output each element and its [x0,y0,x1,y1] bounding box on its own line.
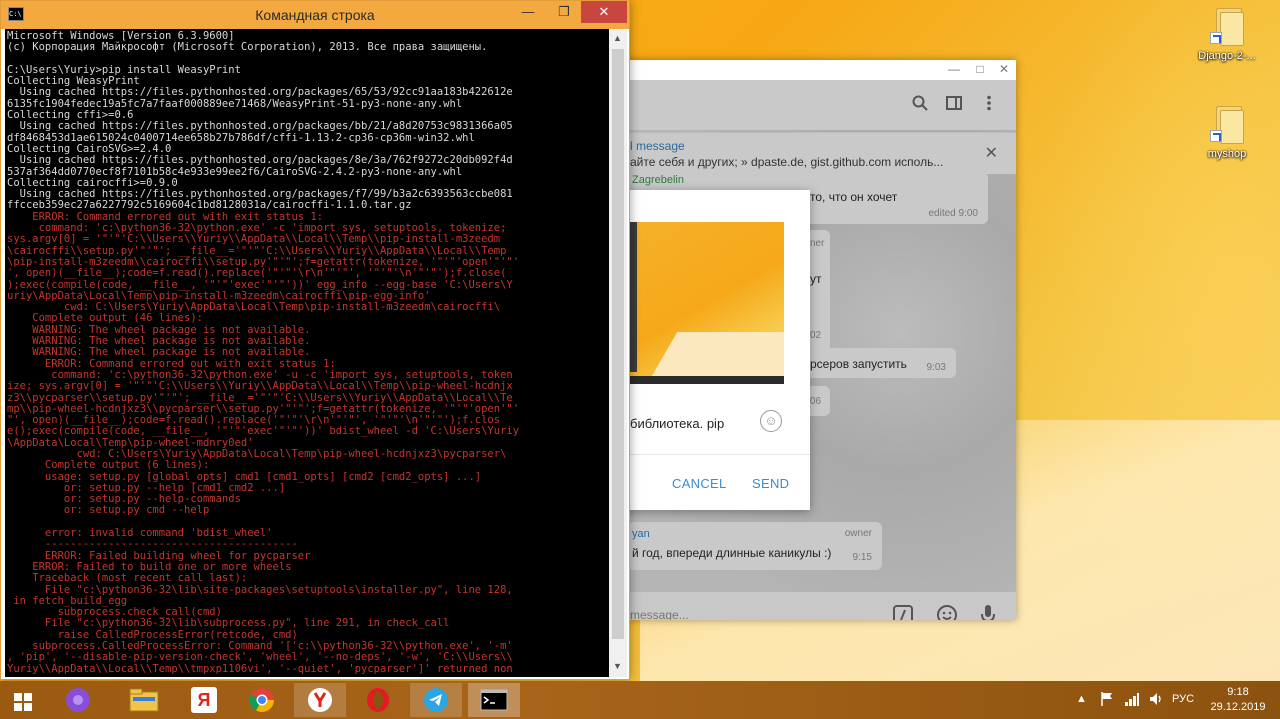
scroll-up-icon[interactable]: ▲ [613,33,622,43]
message-time: 02 [810,330,822,341]
folder-icon [129,688,159,712]
cmd-icon [480,689,508,711]
file-explorer-button[interactable] [118,683,170,717]
cancel-button[interactable]: CANCEL [672,476,727,491]
minimize-icon[interactable]: — [944,62,964,76]
command-prompt-taskbar-button[interactable] [468,683,520,717]
windows-logo-icon [14,693,32,711]
alice-assistant-button[interactable] [52,683,104,717]
message-bubble[interactable]: рсеров запустить 9:03 [800,348,956,378]
search-icon[interactable] [912,95,928,116]
sidebar-toggle-icon[interactable] [946,95,962,116]
message-text: рсеров запустить [810,357,907,371]
console-line: Traceback (most recent call last): [7,572,248,585]
console-line: , 'pip', '--disable-pip-version-check', … [7,651,513,664]
folder-shortcut-icon [1210,6,1244,46]
maximize-icon[interactable]: □ [970,62,990,76]
yandex-browser-icon [308,688,332,712]
desktop-icon-label: myshop [1207,148,1247,160]
chrome-icon [249,688,274,713]
console-line: Using cached https://files.pythonhosted.… [7,154,513,167]
pinned-title: l message [630,139,685,153]
image-preview [630,222,784,384]
console-line: sys.argv[0] = '"'"'C:\\Users\\Yuriy\\App… [7,233,501,246]
pinned-text: айте себя и других; » dpaste.de, gist.gi… [630,155,944,169]
clock-date: 29.12.2019 [1210,701,1266,713]
desktop-icon-label: Django-2-... [1198,50,1256,62]
message-time: 9:15 [852,552,872,563]
telegram-titlebar: — □ ✕ [600,60,1016,80]
console-line: or: setup.py cmd --help [7,504,210,517]
yandex-browser-button[interactable]: Я [178,683,230,717]
opera-button[interactable] [352,683,404,717]
message-text: ner [810,238,825,249]
command-prompt-window: C:\ Командная строка — ❐ ✕ Microsoft Win… [0,0,630,680]
message-text: ут [810,272,822,286]
console-text: Microsoft Windows [Version 6.3.9600] (с) … [7,31,607,675]
emoji-icon[interactable] [936,604,958,620]
network-icon[interactable] [1124,691,1140,719]
desktop-icon-django[interactable]: Django-2-... [1192,6,1262,62]
message-sender: Zagrebelin [632,174,684,186]
start-button[interactable] [0,683,52,717]
microphone-icon[interactable] [980,604,996,620]
console-output[interactable]: Microsoft Windows [Version 6.3.9600] (с) … [5,29,627,677]
console-line: e();exec(compile(code, __file__, '"'"'ex… [7,425,520,438]
more-menu-icon[interactable] [986,95,992,116]
opera-icon [367,688,389,712]
owner-badge: owner [844,528,872,539]
show-hidden-icons[interactable]: ▲ [1076,693,1087,719]
console-line: Complete output (6 lines): [7,459,210,472]
message-input-bar[interactable]: message... [600,592,1016,620]
clock[interactable]: 9:18 29.12.2019 [1210,686,1266,719]
divider [610,454,810,455]
message-time: 9:03 [926,362,946,373]
message-text: то, что он хочет [810,190,898,204]
taskbar: Я ▲ РУС 9:18 29.12.2019 [0,681,1280,719]
pinned-message[interactable]: l message айте себя и других; » dpaste.d… [600,132,1016,174]
console-line: ---------------------------------------- [7,538,298,551]
message-input[interactable]: message... [630,608,689,620]
clock-time: 9:18 [1227,686,1249,698]
chat-header [600,80,1016,130]
console-line: (с) Корпорация Майкрософт (Microsoft Cor… [7,41,488,54]
alice-icon [66,688,90,712]
telegram-button[interactable] [410,683,462,717]
close-icon[interactable]: ✕ [581,1,627,23]
cmd-titlebar[interactable]: C:\ Командная строка — ❐ ✕ [1,1,629,29]
message-time: 06 [810,396,822,407]
send-button[interactable]: SEND [752,476,789,491]
telegram-icon [424,688,448,712]
close-pinned-icon[interactable]: ✕ [985,143,998,163]
desktop-icon-myshop[interactable]: myshop [1192,104,1262,160]
message-bubble[interactable]: yan owner й год, впереди длинные каникул… [626,522,882,570]
folder-shortcut-icon [1210,104,1244,144]
console-line: Using cached https://files.pythonhosted.… [7,120,513,133]
message-sender: yan [632,528,650,540]
console-line: ize; sys.argv[0] = '"'"'C:\\Users\\Yuriy… [7,380,513,393]
minimize-icon[interactable]: — [513,1,543,23]
caption-input[interactable]: библиотека. pip [630,416,724,431]
chrome-button[interactable] [236,683,288,717]
close-icon[interactable]: ✕ [994,62,1014,76]
console-line: ', open)(__file__);code=f.read().replace… [7,267,507,280]
emoji-icon[interactable]: ☺ [760,410,782,432]
restore-icon[interactable]: ❐ [549,1,579,23]
yandex-browser-alt-button[interactable] [294,683,346,717]
console-line: Yuriy\\AppData\\Local\\Temp\\tmpxp1106vi… [7,662,513,675]
language-indicator[interactable]: РУС [1172,693,1194,719]
message-text: й год, впереди длинные каникулы :) [632,546,832,560]
console-line: WARNING: The wheel package is not availa… [7,346,311,359]
flag-icon[interactable] [1100,691,1114,719]
volume-icon[interactable] [1148,691,1164,719]
message-time: edited 9:00 [928,208,979,219]
scroll-down-icon[interactable]: ▼ [613,661,622,671]
send-photo-dialog: библиотека. pip ☺ CANCEL SEND [610,190,810,510]
scrollbar-thumb[interactable] [612,49,624,639]
commands-icon[interactable] [892,604,914,620]
yandex-icon: Я [191,687,217,713]
scrollbar[interactable]: ▲ ▼ [609,29,627,677]
